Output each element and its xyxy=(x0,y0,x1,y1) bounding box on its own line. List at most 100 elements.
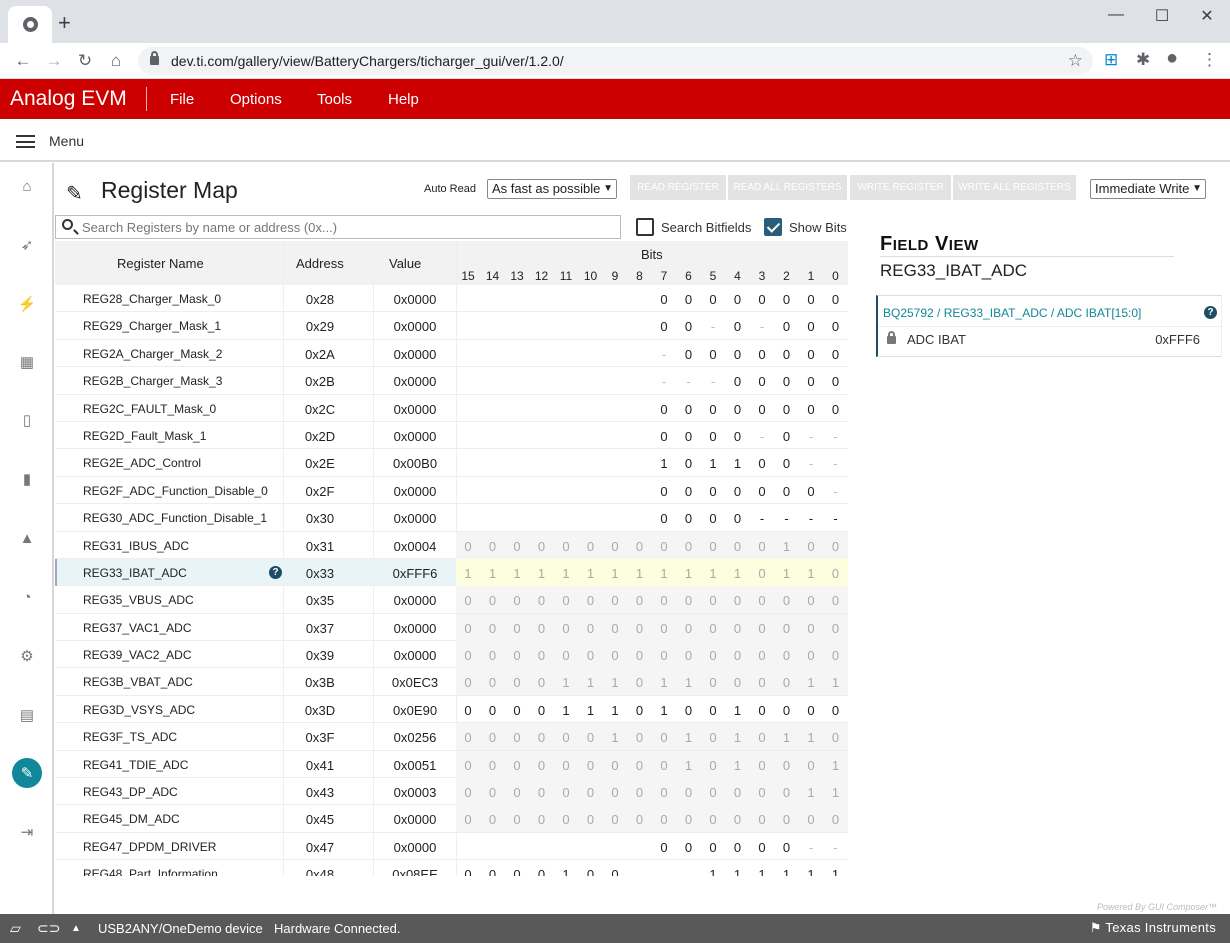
bit-cell[interactable]: 0 xyxy=(799,402,823,417)
register-value[interactable]: 0x0000 xyxy=(373,648,457,663)
bit-cell[interactable]: 0 xyxy=(824,292,848,307)
bit-cell[interactable]: 0 xyxy=(701,703,725,718)
bit-cell[interactable]: 0 xyxy=(775,840,799,855)
battery-alert-icon[interactable]: ▮ xyxy=(11,463,43,495)
caret-up-icon[interactable]: ▲ xyxy=(71,923,81,934)
bookmark-star-icon[interactable]: ☆ xyxy=(1068,51,1083,71)
bit-cell[interactable]: 0 xyxy=(750,840,774,855)
menu-tools[interactable]: Tools xyxy=(317,91,352,108)
bit-cell[interactable]: 1 xyxy=(554,867,578,876)
write-all-registers-button[interactable]: WRITE ALL REGISTERS xyxy=(953,175,1076,200)
bit-cell[interactable]: 0 xyxy=(677,484,701,499)
home-icon[interactable]: ⌂ xyxy=(105,51,127,71)
register-value[interactable]: 0x00B0 xyxy=(373,456,457,471)
register-value[interactable]: 0x0000 xyxy=(373,840,457,855)
bit-cell[interactable]: - xyxy=(677,374,701,389)
bit-cell[interactable]: 0 xyxy=(824,319,848,334)
register-value[interactable]: 0x0000 xyxy=(373,319,457,334)
bit-cell[interactable]: 1 xyxy=(726,867,750,876)
bit-cell[interactable]: 0 xyxy=(824,347,848,362)
bit-cell[interactable]: 0 xyxy=(677,456,701,471)
bit-cell[interactable]: 0 xyxy=(799,292,823,307)
bit-cell[interactable]: 0 xyxy=(799,347,823,362)
forward-icon[interactable]: → xyxy=(43,51,65,71)
field-path-link[interactable]: BQ25792 / REG33_IBAT_ADC / ADC IBAT[15:0… xyxy=(883,306,1141,320)
bit-cell[interactable]: - xyxy=(775,511,799,526)
bit-cell[interactable]: 0 xyxy=(775,484,799,499)
table-row[interactable]: REG3F_TS_ADC 0x3F 0x0256 0 0 0 0 0 0 1 0 0 1 0 1 0 1 1 0 xyxy=(55,723,848,751)
bit-cell[interactable]: 0 xyxy=(750,347,774,362)
bit-cell[interactable]: 1 xyxy=(726,703,750,718)
bit-cell[interactable]: 0 xyxy=(628,703,652,718)
table-row[interactable]: REG31_IBUS_ADC 0x31 0x0004 0 0 0 0 0 0 0 0 0 0 0 0 0 1 0 0 xyxy=(55,531,848,559)
bit-cell[interactable]: 1 xyxy=(701,456,725,471)
table-row[interactable]: REG2D_Fault_Mask_1 0x2D 0x0000 0 0 0 0-0- - xyxy=(55,422,848,450)
bit-cell[interactable]: - xyxy=(701,374,725,389)
bit-cell[interactable]: 0 xyxy=(701,511,725,526)
table-row[interactable]: REG43_DP_ADC 0x43 0x0003 0 0 0 0 0 0 0 0 0 0 0 0 0 0 1 1 xyxy=(55,778,848,806)
bit-cell[interactable]: - xyxy=(750,429,774,444)
register-value[interactable]: 0x0000 xyxy=(373,621,457,636)
bit-cell[interactable]: 0 xyxy=(652,402,676,417)
bit-cell[interactable]: 0 xyxy=(775,703,799,718)
bit-cell[interactable]: 0 xyxy=(677,511,701,526)
bit-cell[interactable]: 0 xyxy=(603,867,627,876)
menu-file[interactable]: File xyxy=(170,91,194,108)
bit-cell[interactable]: 0 xyxy=(775,292,799,307)
bit-cell[interactable]: 0 xyxy=(456,703,480,718)
auto-read-select[interactable]: As fast as possible ▼ xyxy=(487,179,617,199)
table-row[interactable]: REG29_Charger_Mask_1 0x29 0x0000 0 0-0-0 0 0 xyxy=(55,312,848,340)
bit-cell[interactable]: - xyxy=(824,429,848,444)
table-row[interactable]: REG39_VAC2_ADC 0x39 0x0000 0 0 0 0 0 0 0 0 0 0 0 0 0 0 0 0 xyxy=(55,641,848,669)
bit-cell[interactable]: 0 xyxy=(530,867,554,876)
register-value[interactable]: 0x0000 xyxy=(373,292,457,307)
browser-menu-icon[interactable]: ⋮ xyxy=(1201,50,1218,70)
bit-cell[interactable]: 0 xyxy=(775,402,799,417)
plug-icon[interactable]: ⚡ xyxy=(11,288,43,320)
table-row[interactable]: REG2E_ADC_Control 0x2E 0x00B0 1 0 1 1 0 0- - xyxy=(55,449,848,477)
bit-cell[interactable]: 0 xyxy=(726,319,750,334)
register-value[interactable]: 0x0004 xyxy=(373,539,457,554)
bit-cell[interactable]: 0 xyxy=(775,347,799,362)
show-bits-checkbox[interactable] xyxy=(764,218,782,236)
menu-options[interactable]: Options xyxy=(230,91,282,108)
bit-cell[interactable]: - xyxy=(799,429,823,444)
bit-cell[interactable]: 0 xyxy=(677,840,701,855)
bit-cell[interactable]: 0 xyxy=(652,484,676,499)
bit-cell[interactable]: 0 xyxy=(775,429,799,444)
bit-cell[interactable]: 0 xyxy=(701,347,725,362)
rocket-icon[interactable]: ➶ xyxy=(11,229,43,261)
file-icon[interactable]: ▤ xyxy=(11,699,43,731)
table-row[interactable]: REG3D_VSYS_ADC 0x3D 0x0E90 0 0 0 0 1 1 1 0 1 0 0 1 0 0 0 0 xyxy=(55,696,848,724)
notebook-icon[interactable]: ▱ xyxy=(10,920,21,937)
bit-cell[interactable]: 0 xyxy=(726,484,750,499)
bit-cell[interactable]: - xyxy=(750,319,774,334)
register-value[interactable]: 0x0000 xyxy=(373,347,457,362)
bit-cell[interactable]: 0 xyxy=(799,484,823,499)
table-row[interactable]: REG2F_ADC_Function_Disable_0 0x2F 0x0000 0 0… xyxy=(55,477,848,505)
bit-cell[interactable]: 0 xyxy=(579,867,603,876)
bit-cell[interactable]: 1 xyxy=(554,703,578,718)
register-search-input[interactable]: Search Registers by name or address (0x.… xyxy=(55,215,621,239)
bit-cell[interactable]: 0 xyxy=(530,703,554,718)
bit-cell[interactable]: 1 xyxy=(726,456,750,471)
bit-cell[interactable]: 1 xyxy=(652,703,676,718)
bit-cell[interactable]: 0 xyxy=(750,292,774,307)
register-map-pencil-icon[interactable]: ✎ xyxy=(12,758,42,788)
bit-cell[interactable]: 0 xyxy=(726,292,750,307)
reload-icon[interactable]: ↻ xyxy=(74,51,96,71)
table-row[interactable]: REG30_ADC_Function_Disable_1 0x30 0x0000 0 0… xyxy=(55,504,848,532)
bit-cell[interactable]: - xyxy=(824,484,848,499)
table-row[interactable]: REG2A_Charger_Mask_2 0x2A 0x0000-0 0 0 0 0 0 0 xyxy=(55,340,848,368)
bit-cell[interactable]: 0 xyxy=(505,867,529,876)
register-value[interactable]: 0xFFF6 xyxy=(373,566,457,581)
bit-cell[interactable]: 0 xyxy=(481,703,505,718)
chip-icon[interactable]: ▦ xyxy=(11,346,43,378)
bit-cell[interactable]: 0 xyxy=(726,402,750,417)
bit-cell[interactable]: 0 xyxy=(726,429,750,444)
bit-cell[interactable]: 0 xyxy=(677,429,701,444)
bit-cell[interactable]: 0 xyxy=(750,456,774,471)
bit-cell[interactable]: 0 xyxy=(456,867,480,876)
register-value[interactable]: 0x0000 xyxy=(373,511,457,526)
register-value[interactable]: 0x0000 xyxy=(373,484,457,499)
